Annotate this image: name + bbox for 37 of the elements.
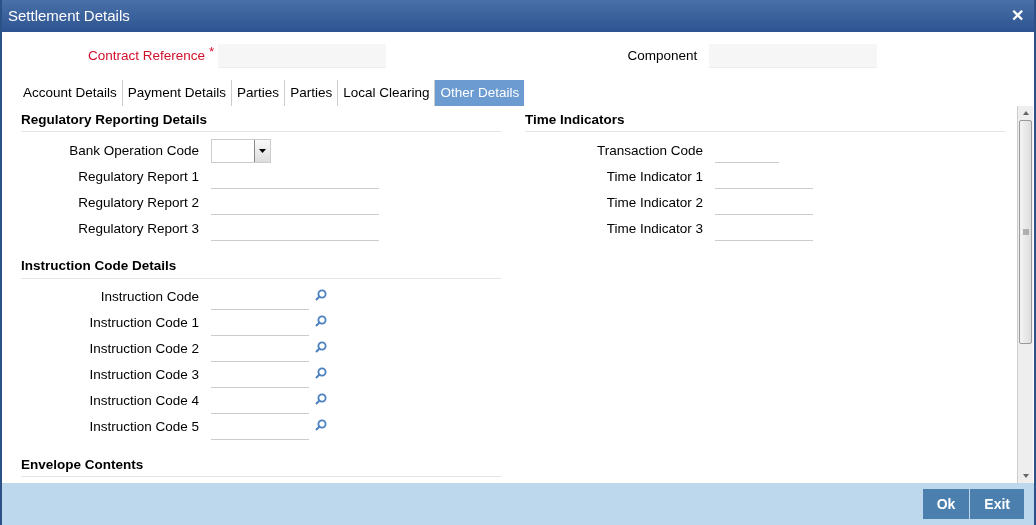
field-label: Instruction Code xyxy=(99,288,200,307)
section-heading: Envelope Contents xyxy=(21,454,501,477)
field-label: Instruction Code 4 xyxy=(88,392,200,411)
scroll-down-icon[interactable] xyxy=(1023,474,1029,478)
field-label: Bank Operation Code xyxy=(68,142,200,161)
field-label: Time Indicator 1 xyxy=(605,168,704,187)
window-title: Settlement Details xyxy=(8,5,130,26)
field-label: Regulatory Report 1 xyxy=(77,168,200,187)
search-icon[interactable] xyxy=(315,392,327,405)
dropdown[interactable] xyxy=(211,139,271,164)
field-label: Instruction Code 1 xyxy=(88,314,200,333)
exit-button[interactable]: Exit xyxy=(970,489,1024,519)
field-label: Instruction Code 3 xyxy=(88,366,200,385)
section-heading: Time Indicators xyxy=(525,110,1005,133)
field-label: Component xyxy=(626,46,699,65)
search-icon[interactable] xyxy=(315,340,327,353)
ok-button[interactable]: Ok xyxy=(922,489,970,519)
field-label: Contract Reference xyxy=(86,46,206,65)
caret-icon xyxy=(259,149,266,154)
section-heading: Regulatory Reporting Details xyxy=(21,110,501,133)
search-icon[interactable] xyxy=(315,418,327,431)
section-heading: Instruction Code Details xyxy=(21,256,501,279)
grip-icon[interactable] xyxy=(1022,229,1029,235)
field-label: Instruction Code 2 xyxy=(88,340,200,359)
search-icon[interactable] xyxy=(315,314,327,327)
search-icon[interactable] xyxy=(315,366,327,379)
field-label: Time Indicator 2 xyxy=(605,194,704,213)
scroll-up-icon[interactable] xyxy=(1023,111,1029,115)
field-label: Instruction Code 5 xyxy=(88,418,200,437)
field-label: Regulatory Report 3 xyxy=(77,220,200,239)
field-label: Transaction Code xyxy=(595,142,704,161)
scrollbar[interactable] xyxy=(1017,106,1033,483)
field-label: Time Indicator 3 xyxy=(605,220,704,239)
close-button[interactable]: ✕ xyxy=(1007,4,1028,28)
field-label: Regulatory Report 2 xyxy=(77,194,200,213)
search-icon[interactable] xyxy=(315,288,327,301)
required-marker: * xyxy=(209,43,215,61)
